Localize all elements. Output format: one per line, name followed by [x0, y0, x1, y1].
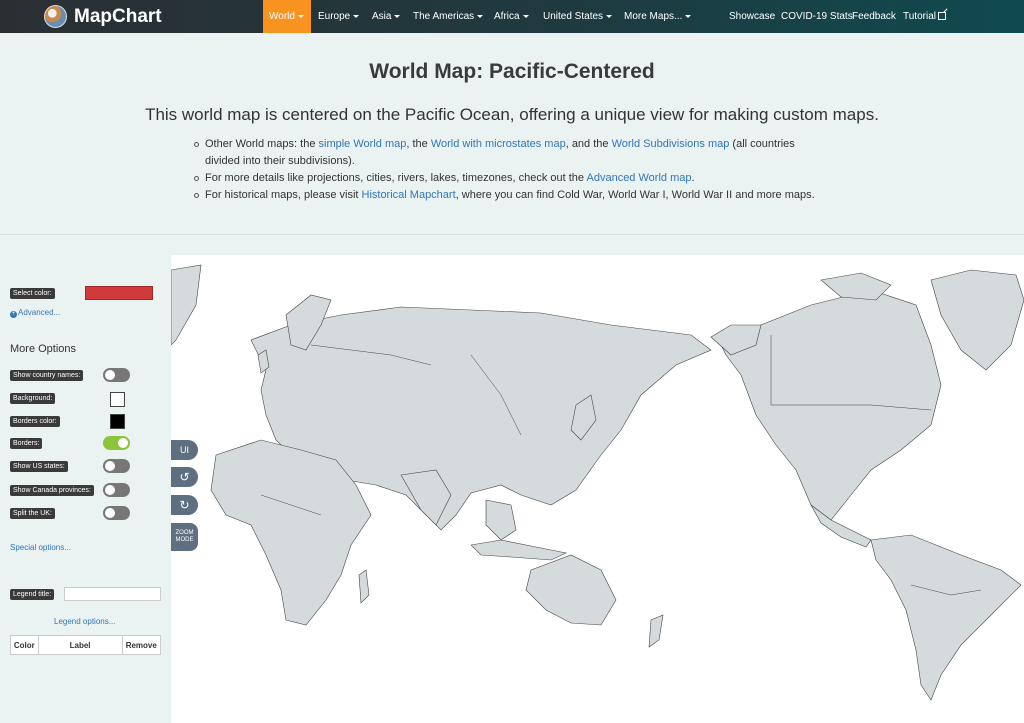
nav-united-states-label: United States [543, 11, 604, 22]
undo-button[interactable]: ↺ [171, 467, 198, 487]
globe-icon [44, 5, 67, 28]
background-label: Background: [10, 393, 56, 404]
ui-toggle-button[interactable]: UI [171, 440, 198, 460]
southeast-asia-shape[interactable] [485, 499, 517, 541]
show-country-names-toggle[interactable] [103, 368, 130, 382]
map-canvas[interactable] [171, 255, 1024, 723]
historical-mapchart-link[interactable]: Historical Mapchart [362, 189, 456, 201]
bullet-text: For historical maps, please visit [205, 189, 362, 201]
redo-icon: ↻ [179, 498, 190, 512]
chevron-down-icon [394, 14, 401, 18]
advanced-link-label: Advanced... [18, 308, 61, 317]
nav-covid-stats[interactable]: COVID-19 Stats [781, 0, 853, 33]
nav-showcase[interactable]: Showcase [729, 0, 775, 33]
redo-button[interactable]: ↻ [171, 495, 198, 515]
nav-africa[interactable]: Africa [494, 0, 529, 33]
advanced-world-map-link[interactable]: Advanced World map [587, 172, 692, 184]
chevron-down-icon [353, 14, 360, 18]
simple-world-map-link[interactable]: simple World map [319, 138, 407, 150]
legend-col-remove: Remove [125, 640, 157, 650]
indonesia-shape[interactable] [470, 539, 567, 561]
brand-name: MapChart [74, 5, 162, 27]
bullet-text: , and the [565, 138, 612, 150]
chevron-down-icon [477, 14, 484, 18]
split-uk-label: Split the UK: [10, 508, 55, 519]
borders-color-picker[interactable] [110, 414, 125, 429]
greenland-shape[interactable] [930, 269, 1024, 371]
select-color-label: Select color: [10, 288, 55, 299]
world-map[interactable] [171, 255, 1024, 723]
nav-americas[interactable]: The Americas [413, 0, 484, 33]
chevron-down-icon [606, 14, 613, 18]
show-canada-provinces-toggle[interactable] [103, 483, 130, 497]
borders-color-label: Borders color: [10, 416, 60, 427]
options-sidebar: Select color: + Advanced... More Options … [0, 255, 171, 723]
external-link-icon [937, 12, 946, 20]
bullet-text: , where you can find Cold War, World War… [455, 189, 815, 201]
nav-europe-label: Europe [318, 11, 351, 22]
nav-world[interactable]: World [263, 0, 311, 33]
list-item: For more details like projections, citie… [194, 170, 825, 187]
legend-title-label: Legend title: [10, 589, 55, 600]
nav-americas-label: The Americas [413, 11, 475, 22]
zoom-mode-button[interactable]: ZOOM MODE [171, 523, 198, 551]
bullet-text: Other World maps: the [205, 138, 319, 150]
special-options-link[interactable]: Special options... [10, 543, 71, 552]
nav-africa-label: Africa [494, 11, 520, 22]
bullet-text: . [691, 172, 695, 184]
show-country-names-label: Show country names: [10, 370, 84, 381]
top-navbar: MapChart World Europe Asia The Americas … [0, 0, 1024, 33]
nav-united-states[interactable]: United States [543, 0, 613, 33]
nav-asia[interactable]: Asia [372, 0, 401, 33]
nav-more-maps[interactable]: More Maps... [624, 0, 692, 33]
south-america-shape[interactable] [870, 534, 1022, 701]
advanced-link[interactable]: + Advanced... [10, 308, 60, 318]
page-title: World Map: Pacific-Centered [369, 60, 655, 83]
bullet-text: , the [406, 138, 431, 150]
show-canada-provinces-label: Show Canada provinces: [10, 485, 94, 496]
more-options-title: More Options [10, 343, 77, 355]
borders-toggle[interactable] [103, 436, 130, 450]
subdivisions-map-link[interactable]: World Subdivisions map [612, 138, 730, 150]
new-zealand-shape[interactable] [648, 614, 664, 648]
nav-tutorial[interactable]: Tutorial [903, 0, 946, 33]
show-us-states-label: Show US states: [10, 461, 68, 472]
show-us-states-toggle[interactable] [103, 459, 130, 473]
borders-label: Borders: [10, 438, 43, 449]
list-item: For historical maps, please visit Histor… [194, 187, 825, 204]
legend-col-label: Label [39, 636, 123, 654]
north-america-west-fragment[interactable] [171, 264, 202, 346]
nav-world-label: World [269, 11, 295, 22]
australia-shape[interactable] [525, 554, 617, 626]
nav-feedback[interactable]: Feedback [852, 0, 896, 33]
nav-europe[interactable]: Europe [318, 0, 360, 33]
legend-table: Color Label Remove [10, 635, 161, 655]
list-item: Other World maps: the simple World map, … [194, 136, 825, 170]
legend-options-link[interactable]: Legend options... [54, 617, 115, 626]
color-picker[interactable] [85, 286, 153, 300]
divider [0, 234, 1024, 235]
page-subtitle: This world map is centered on the Pacifi… [145, 105, 879, 124]
zoom-mode-label-line2: MODE [175, 537, 194, 543]
zoom-mode-label: ZOOM MODE [176, 530, 194, 544]
nav-tutorial-label: Tutorial [903, 11, 936, 22]
info-list: Other World maps: the simple World map, … [194, 136, 825, 204]
plus-circle-icon: + [10, 311, 17, 318]
legend-col-color: Color [11, 636, 39, 654]
brand-logo[interactable]: MapChart [44, 4, 162, 29]
split-uk-toggle[interactable] [103, 506, 130, 520]
chevron-down-icon [522, 14, 529, 18]
legend-title-input[interactable] [64, 587, 161, 601]
background-color-picker[interactable] [110, 392, 125, 407]
bullet-text: For more details like projections, citie… [205, 172, 587, 184]
microstates-map-link[interactable]: World with microstates map [431, 138, 566, 150]
nav-more-maps-label: More Maps... [624, 11, 683, 22]
madagascar-shape[interactable] [358, 569, 370, 604]
chevron-down-icon [685, 14, 692, 18]
zoom-mode-label-line1: ZOOM [175, 530, 194, 536]
nav-asia-label: Asia [372, 11, 392, 22]
chevron-down-icon [297, 14, 304, 18]
undo-icon: ↺ [179, 470, 190, 484]
